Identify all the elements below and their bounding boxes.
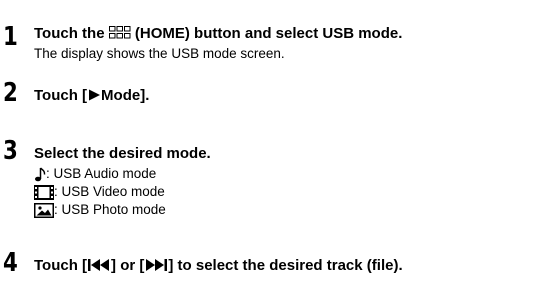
film-strip-icon xyxy=(34,184,54,201)
step-3: 3 Select the desired mode. : USB Audio m… xyxy=(0,138,554,238)
step-title: Select the desired mode. xyxy=(34,145,211,162)
step-description: The display shows the USB mode screen. xyxy=(34,46,285,61)
previous-track-icon xyxy=(87,257,111,275)
photo-icon xyxy=(34,202,54,219)
mode-item-audio: : USB Audio mode xyxy=(34,165,156,182)
next-track-icon xyxy=(144,257,168,275)
step-title: Touch [ ] or [ ] to select the desired t… xyxy=(34,257,403,275)
step-1: 1 Touch the (HOME) button and select USB… xyxy=(0,0,554,61)
mode-item-photo: : USB Photo mode xyxy=(34,201,166,218)
step-number: 4 xyxy=(3,248,18,278)
step-2: 2 Touch [ Mode]. xyxy=(0,80,554,110)
mode-item-video: : USB Video mode xyxy=(34,183,165,200)
home-grid-icon xyxy=(108,25,131,43)
play-triangle-icon xyxy=(87,87,101,105)
step-number: 3 xyxy=(3,136,18,166)
step-4: 4 Touch [ ] or [ ] to select the desired… xyxy=(0,250,554,282)
step-title: Touch the (HOME) button and select USB m… xyxy=(34,25,403,43)
music-note-icon xyxy=(34,166,46,183)
step-number: 2 xyxy=(3,78,18,108)
step-title: Touch [ Mode]. xyxy=(34,87,150,105)
step-number: 1 xyxy=(3,22,18,52)
